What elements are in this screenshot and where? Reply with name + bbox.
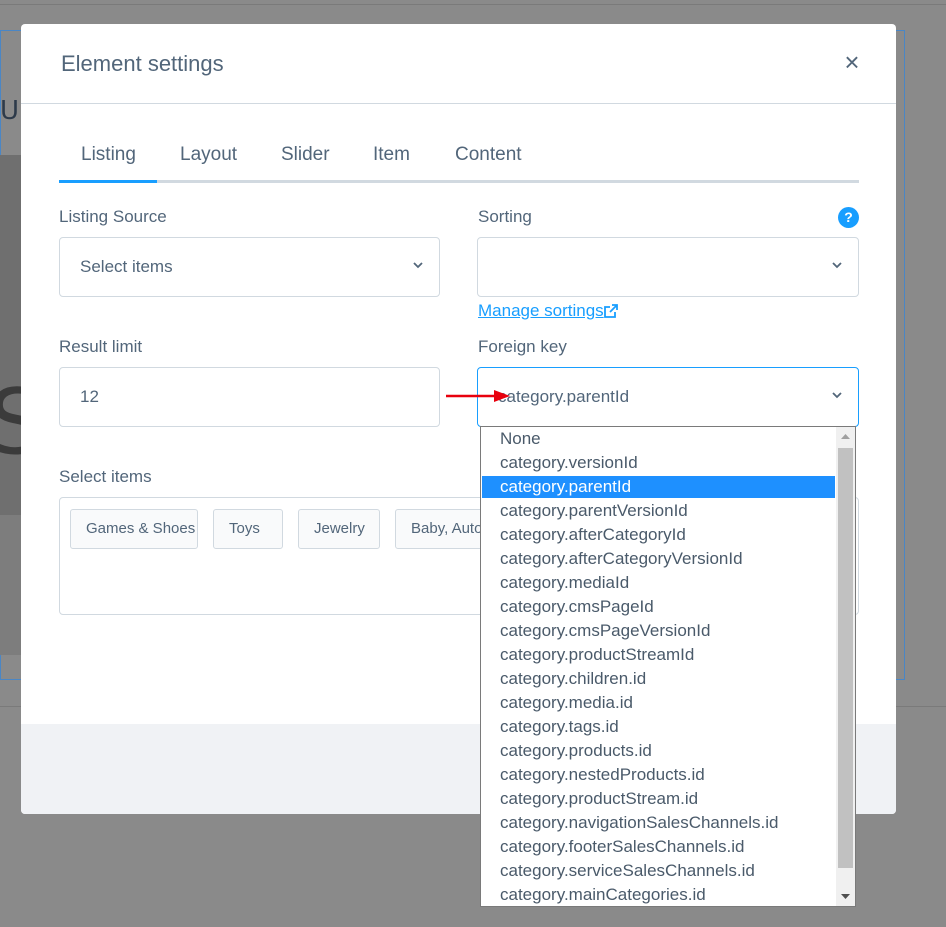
listing-source-select[interactable]: Select items (59, 237, 440, 297)
dropdown-option[interactable]: category.products.id (482, 740, 835, 762)
sorting-select[interactable] (477, 237, 859, 297)
listing-source-value: Select items (80, 257, 173, 276)
result-limit-value: 12 (80, 387, 99, 406)
item-tag[interactable]: Games & Shoes (70, 509, 198, 549)
background-text-fragment: U (0, 96, 20, 126)
active-tab-indicator (59, 180, 157, 183)
item-tag[interactable]: Toys (213, 509, 283, 549)
dropdown-option[interactable]: category.mediaId (482, 572, 835, 594)
dropdown-option[interactable]: category.versionId (482, 452, 835, 474)
dropdown-option[interactable]: category.nestedProducts.id (482, 764, 835, 786)
foreign-key-select[interactable]: category.parentId (477, 367, 859, 427)
scroll-down-icon[interactable] (836, 886, 855, 906)
listing-source-label: Listing Source (59, 207, 167, 226)
tab-slider[interactable]: Slider (281, 144, 330, 166)
tab-listing[interactable]: Listing (81, 144, 136, 166)
dropdown-option[interactable]: category.media.id (482, 692, 835, 714)
dropdown-option[interactable]: category.parentVersionId (482, 500, 835, 522)
modal-header: Element settings × (21, 24, 896, 104)
foreign-key-dropdown-list[interactable]: None category.versionId category.parentId c… (480, 426, 856, 907)
scrollbar-thumb[interactable] (838, 448, 853, 868)
tab-layout[interactable]: Layout (180, 144, 237, 166)
help-icon[interactable]: ? (838, 207, 859, 228)
chevron-down-icon (832, 262, 842, 269)
scroll-up-icon[interactable] (836, 427, 855, 447)
chevron-down-icon (832, 392, 842, 399)
dropdown-scrollbar[interactable] (836, 427, 855, 906)
external-link-icon[interactable] (604, 304, 618, 318)
dropdown-option[interactable]: category.children.id (482, 668, 835, 690)
result-limit-label: Result limit (59, 337, 143, 356)
dropdown-option[interactable]: category.cmsPageVersionId (482, 620, 835, 642)
foreign-key-label: Foreign key (478, 337, 567, 356)
tab-item[interactable]: Item (373, 144, 410, 166)
foreign-key-value: category.parentId (498, 387, 630, 406)
dropdown-option[interactable]: None (482, 428, 835, 450)
settings-tabs: Listing Layout Slider Item Content (59, 134, 859, 183)
dropdown-option[interactable]: category.productStreamId (482, 644, 835, 666)
dropdown-option[interactable]: category.cmsPageId (482, 596, 835, 618)
select-items-label: Select items (59, 467, 152, 486)
dropdown-option[interactable]: category.footerSalesChannels.id (482, 836, 835, 858)
modal-title: Element settings (61, 51, 224, 76)
red-arrow (446, 390, 510, 402)
dropdown-option[interactable]: category.parentId (482, 476, 835, 498)
close-icon[interactable]: × (838, 48, 866, 76)
chevron-down-icon (413, 262, 423, 269)
background-divider (0, 4, 946, 5)
tab-content[interactable]: Content (455, 144, 522, 166)
sorting-label: Sorting (478, 207, 532, 226)
dropdown-option[interactable]: category.serviceSalesChannels.id (482, 860, 835, 882)
dropdown-option[interactable]: category.tags.id (482, 716, 835, 738)
dropdown-option[interactable]: category.mainCategories.id (482, 884, 835, 906)
item-tag[interactable]: Jewelry (298, 509, 380, 549)
manage-sortings-link[interactable]: Manage sortings (478, 301, 604, 321)
dropdown-option[interactable]: category.afterCategoryId (482, 524, 835, 546)
dropdown-option[interactable]: category.productStream.id (482, 788, 835, 810)
result-limit-input[interactable]: 12 (59, 367, 440, 427)
dropdown-option[interactable]: category.afterCategoryVersionId (482, 548, 835, 570)
dropdown-option[interactable]: category.navigationSalesChannels.id (482, 812, 835, 834)
